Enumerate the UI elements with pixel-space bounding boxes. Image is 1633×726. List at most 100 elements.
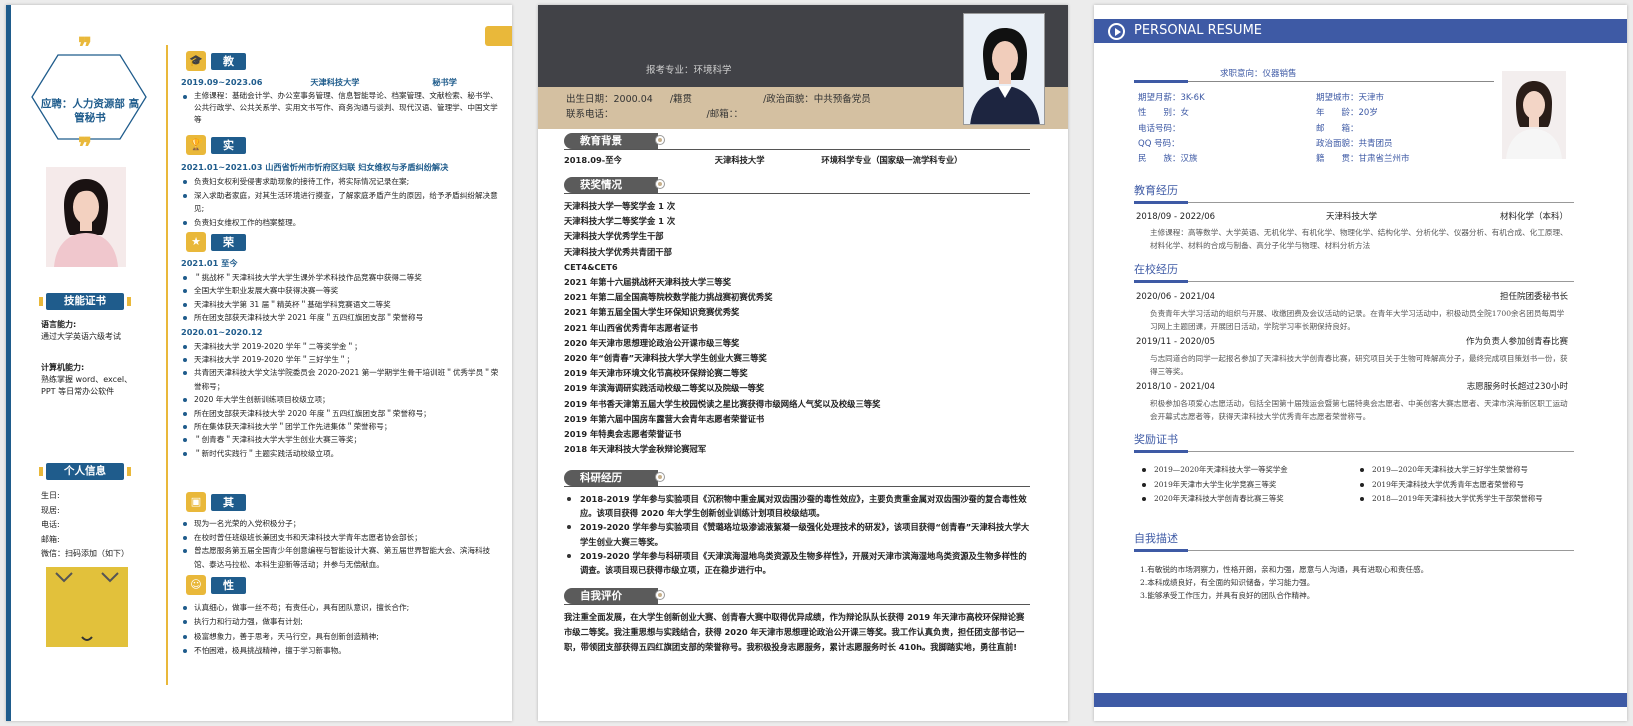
list-item: ＂创青春＂天津科技大学大学生创业大赛三等奖； — [181, 433, 501, 446]
list-item: 认真细心，做事一丝不苟；有责任心，具有团队意识，擅长合作; — [181, 601, 501, 615]
info-row-2: 联系电话： /邮箱：： — [566, 108, 743, 122]
honors-period-2: 2020.01~2020.12 — [181, 326, 263, 337]
quote-close-icon: ❞ — [78, 133, 92, 163]
campus-role: 志愿服务时长超过230小时 — [1466, 382, 1568, 392]
list-item: ＂挑战杯＂天津科技大学大学生课外学术科技作品竞赛中获得二等奖 — [181, 271, 501, 284]
corner-tab — [485, 26, 512, 46]
phone: 电话号码： — [1138, 123, 1181, 134]
section-dot-icon — [656, 136, 664, 144]
applied-major: 报考专业：环境科学 — [646, 65, 732, 76]
native-place: /籍贯 — [669, 94, 693, 105]
political-status: 政治面貌：共青团员 — [1316, 138, 1393, 149]
list-item: 2020 年天津市思想理论政治公开课市级三等奖 — [564, 337, 740, 348]
expected-city: 期望城市：天津市 — [1316, 93, 1385, 103]
campus-desc-2: 与志同道合的同学一起报名参加了天津科技大学创青春比赛，研究项目关于生物可降解高分… — [1150, 354, 1568, 376]
section-research-title: 科研经历 — [564, 470, 658, 486]
email: 邮 箱： — [1316, 123, 1359, 134]
personal-email: 邮箱: — [41, 534, 60, 544]
internship-header: 2021.01~2021.03 山西省忻州市忻府区妇联 妇女维权与矛盾纠纷解决 — [181, 162, 449, 172]
quote-open-icon: ❞ — [78, 33, 92, 63]
list-item: 不怕困难，极具挑战精神，擅于学习新事物。 — [181, 644, 501, 658]
education-major: 环境科学专业（国家级一流学科专业） — [821, 155, 963, 165]
list-item: 2019 年书香天津第五届大学生校园悦读之星比赛获得市级网络人气奖以及校级三等奖 — [564, 398, 881, 409]
education-row: 2018/09 - 2022/06 天津科技大学 材料化学（本科） — [1136, 211, 1568, 224]
list-item: 2019 年第六届中国房车露营大会青年志愿者荣誉证书 — [564, 413, 765, 424]
list-item: 所在集体获天津科技大学＂团学工作先进集体＂荣誉称号； — [181, 420, 501, 433]
skill-computer: 计算机能力: 熟练掌握 word、excel、PPT 等日常办公软件 — [41, 362, 141, 398]
campus-row-1: 2020/06 - 2021/04 担任院团委秘书长 — [1136, 291, 1568, 304]
section-awards: 奖励证书 — [1134, 432, 1574, 453]
list-item: 天津科技大学优秀共青团干部 — [564, 246, 672, 257]
list-item: 2020 年“创青春”天津科技大学大学生创业大赛三等奖 — [564, 353, 767, 364]
section-dot-icon — [656, 473, 664, 481]
campus-role: 作为负责人参加创青春比赛 — [1465, 337, 1568, 347]
profile-photo — [1502, 71, 1566, 159]
campus-desc-1: 负责青年大学习活动的组织与开展、收缴团费及会议活动的记录。在青年大学习活动中，积… — [1150, 309, 1565, 331]
section-internship-title: 实习经历 — [211, 137, 246, 203]
section-education: 教育经历 — [1134, 183, 1574, 204]
list-item: 2021 年第十六届挑战杯天津科技大学三等奖 — [564, 277, 732, 288]
footer-bar — [1094, 693, 1627, 707]
skill-computer-text: 熟练掌握 word、excel、PPT 等日常办公软件 — [41, 375, 133, 396]
ethnicity: 民 族：汉族 — [1138, 154, 1198, 165]
gender: 性 别：女 — [1138, 108, 1190, 119]
education-date: 2019.09~2023.06 — [181, 77, 263, 87]
education-school: 天津科技大学 — [714, 155, 765, 165]
self-evaluation-text: 我注重全面发展，在大学生创新创业大赛、创青春大赛中取得优异成绩，作为辩论队队长获… — [564, 612, 1025, 652]
section-self-description: 自我描述 — [1134, 531, 1574, 552]
list-item: 3.能够承受工作压力，并具有良好的团队合作精神。 — [1140, 591, 1315, 600]
section-self-description-title: 自我描述 — [1134, 532, 1178, 545]
age: 年 龄：20岁 — [1316, 108, 1378, 119]
education-date: 2018.09-至今 — [564, 155, 622, 165]
section-education-title: 教育背景 — [211, 53, 246, 119]
list-item: 2021 年第五届全国大学生环保知识竞赛优秀奖 — [564, 307, 740, 318]
title-bar: PERSONAL RESUME — [1094, 19, 1627, 43]
resume-page-1: ❞ ❞ 应聘：人力资源部 高管秘书 技能证书 语言能力: 通过大学英语六级考试 … — [6, 5, 512, 721]
list-item: 现为一名光荣的入党积极分子； — [181, 517, 501, 531]
traits-content: 认真细心，做事一丝不苟；有责任心，具有团队意识，擅长合作; 执行力和行动力强，做… — [181, 601, 501, 658]
section-campus: 在校经历 — [1134, 262, 1574, 283]
info-left-column: 期望月薪：3K-6K 性 别：女 电话号码： QQ 号码： 民 族：汉族 — [1138, 91, 1205, 167]
list-item: 2021 年第二届全国高等院校数学能力挑战赛初赛优秀奖 — [564, 292, 773, 303]
list-item: 2018—2019年天津科技大学优秀学生干部荣誉称号 — [1356, 492, 1574, 507]
section-other-title: 其它经历 — [211, 494, 246, 560]
list-item: 2019—2020年天津科技大学三好学生荣誉称号 — [1356, 463, 1574, 478]
objective-accent — [1134, 80, 1188, 83]
list-item: 2018 年天津科技大学金秋辩论赛冠军 — [564, 444, 707, 455]
list-item: 天津科技大学 2019-2020 学年＂三好学生＂； — [181, 353, 501, 366]
list-item: 曾志愿服务第五届全国青少年创意编程与智能设计大赛、第五届世界智能大会、滨海科技馆… — [181, 544, 501, 571]
list-item: 2019 年天津市环境文化节高校环保辩论赛二等奖 — [564, 368, 748, 379]
awards-left-list: 2019—2020年天津科技大学一等奖学金 2019年天津市大学生化学竞赛三等奖… — [1138, 463, 1343, 507]
native-place: 籍 贯：甘肃省兰州市 — [1316, 154, 1410, 165]
trophy-icon: 🏆 — [186, 135, 206, 155]
awards-list: 天津科技大学一等奖学金 1 次 天津科技大学二等奖学金 1 次 天津科技大学优秀… — [564, 199, 1030, 457]
list-item: 2018-2019 学年参与实验项目《沉积物中重金属对双齿围沙蚕的毒性效应》，主… — [564, 492, 1030, 520]
info-row-1: 出生日期：2000.04 /籍贯 /政治面貌：中共预备党员 — [566, 93, 871, 107]
list-item: 极富想象力，善于思考，天马行空，具有创新创造精神; — [181, 630, 501, 644]
profile-photo — [46, 167, 126, 267]
birth-date: 出生日期：2000.04 — [566, 94, 653, 105]
list-item: 所在团支部获天津科技大学 2020 年度＂五四红旗团支部＂荣誉称号； — [181, 407, 501, 420]
list-item: 2019 年特奥会志愿者荣誉证书 — [564, 429, 682, 440]
list-item: 天津科技大学优秀学生干部 — [564, 231, 664, 242]
list-item: 2020年天津科技大学创青春比赛三等奖 — [1138, 492, 1343, 507]
medal-icon: ★ — [186, 232, 206, 252]
resume-page-2: 报考专业：环境科学 出生日期：2000.04 /籍贯 /政治面貌：中共预备党员 … — [538, 5, 1068, 721]
list-item: 负责妇女权利受侵害求助现象的接待工作，将实际情况记录在案; — [181, 175, 501, 189]
list-item: 2.本科成绩良好，有全面的知识储备，学习能力强。 — [1140, 578, 1315, 587]
education-major: 秘书学 — [432, 77, 457, 87]
section-education-title: 教育经历 — [1134, 184, 1178, 197]
honors-period-1: 2021.01 至今 — [181, 258, 238, 268]
other-content: 现为一名光荣的入党积极分子； 在校时曾任班级班长兼团支书和天津科技大学青年志愿者… — [181, 517, 501, 571]
list-item: 2021 年山西省优秀青年志愿者证书 — [564, 322, 698, 333]
awards-right-list: 2019—2020年天津科技大学三好学生荣誉称号 2019年天津科技大学优秀青年… — [1356, 463, 1574, 507]
briefcase-icon: ▣ — [186, 492, 206, 512]
education-header: 2019.09~2023.06 天津科技大学 秘书学 — [181, 75, 501, 90]
list-item: 2019年天津科技大学优秀青年志愿者荣誉称号 — [1356, 478, 1574, 493]
section-education-title: 教育背景 — [564, 133, 658, 149]
list-item: 执行力和行动力强，做事有计划; — [181, 615, 501, 629]
section-awards-title: 获奖情况 — [564, 177, 658, 193]
section-awards-title: 奖励证书 — [1134, 433, 1178, 446]
section-self-evaluation-title: 自我评价 — [564, 588, 658, 604]
personal-wechat: 微信：扫码添加（如下） — [41, 549, 129, 558]
